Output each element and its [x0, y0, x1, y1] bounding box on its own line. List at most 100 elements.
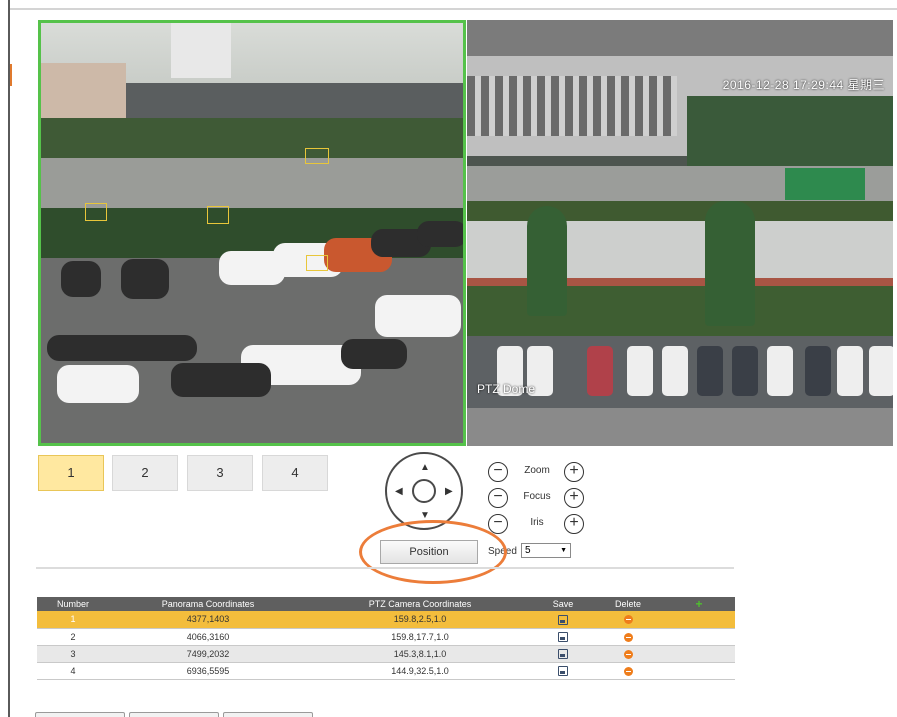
cell-number: 3: [37, 645, 109, 663]
preset-tab-2[interactable]: 2: [112, 455, 178, 491]
video-scene-car: [627, 346, 653, 396]
video-scene-building: [171, 23, 231, 78]
video-scene-car: [805, 346, 831, 396]
video-scene-trees: [41, 118, 463, 163]
table-row[interactable]: 2 4066,3160 159.8,17.7,1.0: [37, 628, 735, 646]
ptz-direction-pad: ▲ ▼ ◀ ▶: [385, 452, 463, 530]
arrow-up-icon[interactable]: ▲: [420, 463, 430, 473]
calibration-marker: [85, 203, 107, 221]
delete-icon[interactable]: [623, 615, 633, 625]
zoom-control: − Zoom +: [488, 462, 588, 482]
video-scene-car: [697, 346, 723, 396]
cell-ptz: 144.9,32.5,1.0: [307, 662, 533, 680]
cell-number: 1: [37, 611, 109, 629]
header-delete: Delete: [593, 597, 663, 611]
cell-number: 2: [37, 628, 109, 646]
video-scene-bus: [785, 168, 865, 200]
add-row-cell: +: [663, 597, 735, 611]
video-scene-tree: [527, 206, 567, 316]
cell-panorama: 7499,2032: [109, 645, 307, 663]
bottom-action-button[interactable]: [35, 712, 125, 717]
zoom-label: Zoom: [524, 465, 550, 476]
zoom-in-button[interactable]: +: [564, 462, 584, 482]
video-scene-car: [171, 363, 271, 397]
video-scene-car: [47, 335, 197, 361]
cell-empty: [663, 628, 735, 646]
video-scene-car: [57, 365, 139, 403]
ptz-center-button[interactable]: [412, 479, 436, 503]
cell-empty: [663, 645, 735, 663]
cell-delete: [593, 611, 663, 629]
delete-icon[interactable]: [623, 632, 633, 642]
focus-minus-button[interactable]: −: [488, 488, 508, 508]
add-icon[interactable]: +: [695, 597, 702, 611]
arrow-right-icon[interactable]: ▶: [445, 487, 453, 497]
panorama-video-pane[interactable]: [38, 20, 466, 446]
speed-select[interactable]: 5 ▼: [521, 543, 571, 558]
cell-save: [533, 662, 593, 680]
iris-label: Iris: [530, 517, 544, 528]
position-button[interactable]: Position: [380, 540, 478, 564]
focus-label: Focus: [523, 491, 551, 502]
header-ptz-coordinates: PTZ Camera Coordinates: [307, 597, 533, 611]
focus-control: − Focus +: [488, 488, 588, 508]
header-panorama-coordinates: Panorama Coordinates: [109, 597, 307, 611]
calibration-table: Number Panorama Coordinates PTZ Camera C…: [37, 597, 735, 680]
table-header-row: Number Panorama Coordinates PTZ Camera C…: [37, 597, 735, 611]
speed-label: Speed: [488, 546, 517, 557]
calibration-marker: [305, 148, 329, 164]
preset-tab-3[interactable]: 3: [187, 455, 253, 491]
preset-tab-1[interactable]: 1: [38, 455, 104, 491]
video-scene-car: [587, 346, 613, 396]
osd-timestamp: 2016-12-28 17:29:44 星期三: [722, 78, 885, 92]
video-scene-building-windows: [467, 76, 677, 136]
cell-panorama: 4377,1403: [109, 611, 307, 629]
table-row[interactable]: 4 6936,5595 144.9,32.5,1.0: [37, 662, 735, 680]
ptz-video-pane[interactable]: 2016-12-28 17:29:44 星期三 PTZ Dome: [467, 56, 893, 408]
bottom-action-button[interactable]: [129, 712, 219, 717]
focus-plus-button[interactable]: +: [564, 488, 584, 508]
header-number: Number: [37, 597, 109, 611]
cell-panorama: 4066,3160: [109, 628, 307, 646]
cell-panorama: 6936,5595: [109, 662, 307, 680]
table-row[interactable]: 1 4377,1403 159.8,2.5,1.0: [37, 611, 735, 629]
iris-minus-button[interactable]: −: [488, 514, 508, 534]
iris-control: − Iris +: [488, 514, 588, 534]
arrow-down-icon[interactable]: ▼: [420, 511, 430, 521]
arrow-left-icon[interactable]: ◀: [395, 487, 403, 497]
save-icon[interactable]: [558, 631, 568, 642]
orange-marker: [10, 64, 12, 86]
section-divider: [36, 567, 734, 569]
save-icon[interactable]: [558, 614, 568, 625]
cell-ptz: 159.8,2.5,1.0: [307, 611, 533, 629]
header-save: Save: [533, 597, 593, 611]
video-scene-car: [837, 346, 863, 396]
preset-tab-4[interactable]: 4: [262, 455, 328, 491]
calibration-marker: [207, 206, 229, 224]
iris-plus-button[interactable]: +: [564, 514, 584, 534]
ptz-video-pane-footer: [467, 408, 893, 446]
zoom-out-button[interactable]: −: [488, 462, 508, 482]
delete-icon[interactable]: [623, 649, 633, 659]
video-scene-car: [732, 346, 758, 396]
cell-number: 4: [37, 662, 109, 680]
cell-ptz: 159.8,17.7,1.0: [307, 628, 533, 646]
table-row[interactable]: 3 7499,2032 145.3,8.1,1.0: [37, 645, 735, 663]
cell-delete: [593, 662, 663, 680]
video-scene-tree: [705, 201, 755, 326]
delete-icon[interactable]: [623, 666, 633, 676]
osd-camera-label: PTZ Dome: [477, 382, 536, 396]
left-border: [8, 0, 10, 717]
cell-ptz: 145.3,8.1,1.0: [307, 645, 533, 663]
top-strip: [10, 0, 897, 8]
video-scene-car: [61, 261, 101, 297]
video-scene-car: [767, 346, 793, 396]
speed-value: 5: [525, 545, 531, 556]
save-icon[interactable]: [558, 648, 568, 659]
cell-delete: [593, 645, 663, 663]
top-divider: [10, 8, 897, 10]
cell-save: [533, 645, 593, 663]
bottom-action-button[interactable]: [223, 712, 313, 717]
save-icon[interactable]: [558, 665, 568, 676]
cell-empty: [663, 662, 735, 680]
